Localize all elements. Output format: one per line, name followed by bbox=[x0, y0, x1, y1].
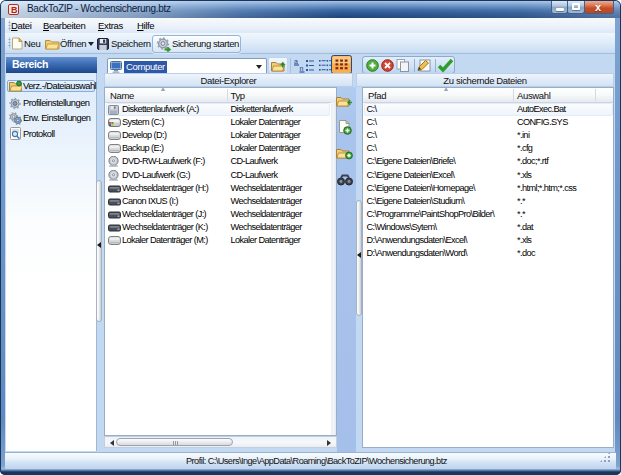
svg-text:a: a bbox=[294, 58, 298, 65]
svg-text:n: n bbox=[300, 65, 304, 72]
